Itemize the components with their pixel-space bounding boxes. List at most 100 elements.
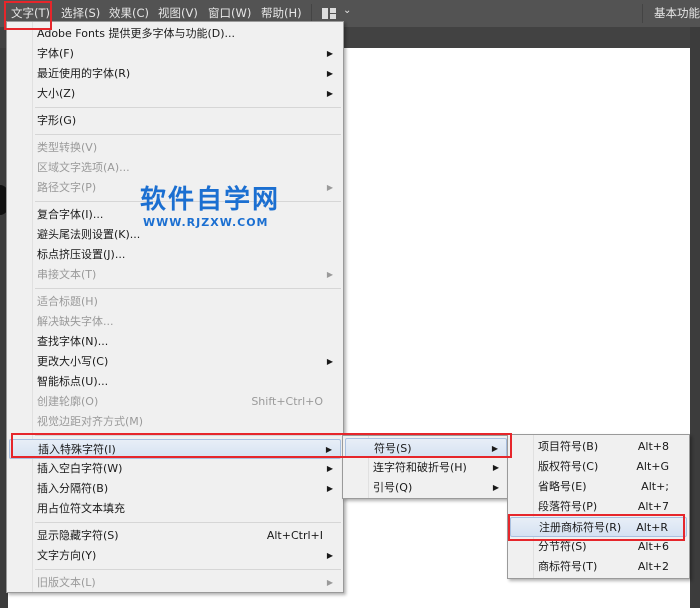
menu-item-label: 路径文字(P) [37,181,97,194]
menu-item-label: 创建轮廓(O) [37,395,99,408]
menu-separator [35,107,341,108]
menu-item[interactable]: 连字符和破折号(H) ▶ [345,458,507,478]
menu-item-label: 插入分隔符(B) [37,482,109,495]
menu-item: 适合标题(H) [9,292,341,312]
shortcut-label: Alt+2 [637,560,669,573]
menu-item[interactable]: 用占位符文本填充 [9,499,341,519]
menu-item-label: 引号(Q) [373,481,413,494]
menu-item[interactable]: 大小(Z) ▶ [9,84,341,104]
menu-item[interactable]: 查找字体(N)... [9,332,341,352]
menu-item-label: Adobe Fonts 提供更多字体与功能(D)... [37,27,236,40]
submenu-arrow-icon: ▶ [492,483,499,492]
menu-item-label: 标点挤压设置(J)... [37,248,126,261]
menu-item[interactable]: 版权符号(C) Alt+G [510,457,687,477]
watermark-title: 软件自学网 [140,185,281,215]
menu-item[interactable]: 智能标点(U)... [9,372,341,392]
submenu-arrow-icon: ▶ [326,551,333,560]
menu-item[interactable]: 显示隐藏字符(S) Alt+Ctrl+I [9,526,341,546]
menu-item-label: 最近使用的字体(R) [37,67,131,80]
highlight-box [4,1,52,30]
highlight-box [11,433,512,458]
submenu-arrow-icon: ▶ [326,578,333,587]
menu-item[interactable]: 商标符号(T) Alt+2 [510,557,687,577]
menu-item[interactable]: 字形(G) [9,111,341,131]
menu-view[interactable]: 视图(V) [158,5,198,21]
menu-item-label: 区域文字选项(A)... [37,161,130,174]
menu-item-label: 文字方向(Y) [37,549,97,562]
menu-item: 区域文字选项(A)... [9,158,341,178]
menu-item-label: 字形(G) [37,114,77,127]
menu-item[interactable]: 插入分隔符(B) ▶ [9,479,341,499]
menu-item: 串接文本(T) ▶ [9,265,341,285]
workspace-switcher[interactable]: 基本功能 [654,5,700,21]
submenu-arrow-icon: ▶ [326,484,333,493]
menu-item-label: 复合字体(I)... [37,208,104,221]
menu-item: 创建轮廓(O) Shift+Ctrl+O [9,392,341,412]
menu-item-label: 解决缺失字体... [37,315,114,328]
menu-item-label: 视觉边距对齐方式(M) [37,415,144,428]
menu-item[interactable]: 更改大小写(C) ▶ [9,352,341,372]
menu-item-label: 更改大小写(C) [37,355,109,368]
menu-item-label: 适合标题(H) [37,295,98,308]
menu-item-label: 插入空白字符(W) [37,462,123,475]
menu-item-label: 类型转换(V) [37,141,98,154]
menu-separator [35,569,341,570]
menu-item: 旧版文本(L) ▶ [9,573,341,593]
menu-item-label: 串接文本(T) [37,268,97,281]
layout-grid-icon[interactable] [322,8,336,19]
menu-item-label: 项目符号(B) [538,440,599,453]
submenu-arrow-icon: ▶ [492,463,499,472]
menu-separator [35,288,341,289]
menu-item[interactable]: 项目符号(B) Alt+8 [510,437,687,457]
menu-item[interactable]: 插入空白字符(W) ▶ [9,459,341,479]
menu-separator [35,134,341,135]
menu-item[interactable]: Adobe Fonts 提供更多字体与功能(D)... [9,24,341,44]
menu-item-label: 商标符号(T) [538,560,598,573]
shortcut-label: Alt+G [636,460,669,473]
menu-separator [35,522,341,523]
submenu-arrow-icon: ▶ [326,89,333,98]
menu-item-label: 字体(F) [37,47,74,60]
shortcut-label: Alt+Ctrl+I [266,529,323,542]
menu-item[interactable]: 引号(Q) ▶ [345,478,507,498]
shortcut-label: Alt+8 [637,440,669,453]
menu-item[interactable]: 标点挤压设置(J)... [9,245,341,265]
menu-select[interactable]: 选择(S) [61,5,100,21]
menu-item-label: 避头尾法则设置(K)... [37,228,141,241]
shortcut-label: Alt+; [641,480,669,493]
submenu-arrow-icon: ▶ [326,69,333,78]
menu-item-label: 查找字体(N)... [37,335,109,348]
menu-help[interactable]: 帮助(H) [261,5,302,21]
menu-item: 类型转换(V) [9,138,341,158]
submenu-arrow-icon: ▶ [326,357,333,366]
right-panel-edge [690,27,700,608]
menu-item-label: 分节符(S) [538,540,587,553]
menu-effect[interactable]: 效果(C) [109,5,149,21]
menu-item-label: 省略号(E) [538,480,587,493]
menu-item-label: 段落符号(P) [538,500,598,513]
chevron-down-icon[interactable]: ⌄ [343,5,351,16]
menu-item-label: 显示隐藏字符(S) [37,529,119,542]
submenu-arrow-icon: ▶ [326,270,333,279]
submenu-arrow-icon: ▶ [326,464,333,473]
menu-item: 解决缺失字体... [9,312,341,332]
divider [642,4,643,23]
menu-item[interactable]: 最近使用的字体(R) ▶ [9,64,341,84]
submenu-arrow-icon: ▶ [326,183,333,192]
menu-item-label: 旧版文本(L) [37,576,96,589]
menu-item-label: 版权符号(C) [538,460,599,473]
menu-item[interactable]: 省略号(E) Alt+; [510,477,687,497]
symbol-submenu: 项目符号(B) Alt+8 版权符号(C) Alt+G 省略号(E) Alt+; 段落符号(… [507,434,690,579]
menu-item-label: 用占位符文本填充 [37,502,125,515]
menu-item[interactable]: 文字方向(Y) ▶ [9,546,341,566]
menu-item-label: 连字符和破折号(H) [373,461,467,474]
menu-window[interactable]: 窗口(W) [208,5,251,21]
shortcut-label: Shift+Ctrl+O [251,395,323,408]
menu-item: 视觉边距对齐方式(M) [9,412,341,432]
highlight-box [508,514,685,541]
menu-item[interactable]: 字体(F) ▶ [9,44,341,64]
menu-item-label: 大小(Z) [37,87,76,100]
menu-item-label: 智能标点(U)... [37,375,109,388]
watermark-url: WWW.RJZXW.COM [143,216,269,229]
text-menu-dropdown: Adobe Fonts 提供更多字体与功能(D)... 字体(F) ▶ 最近使用的字体… [6,21,344,593]
